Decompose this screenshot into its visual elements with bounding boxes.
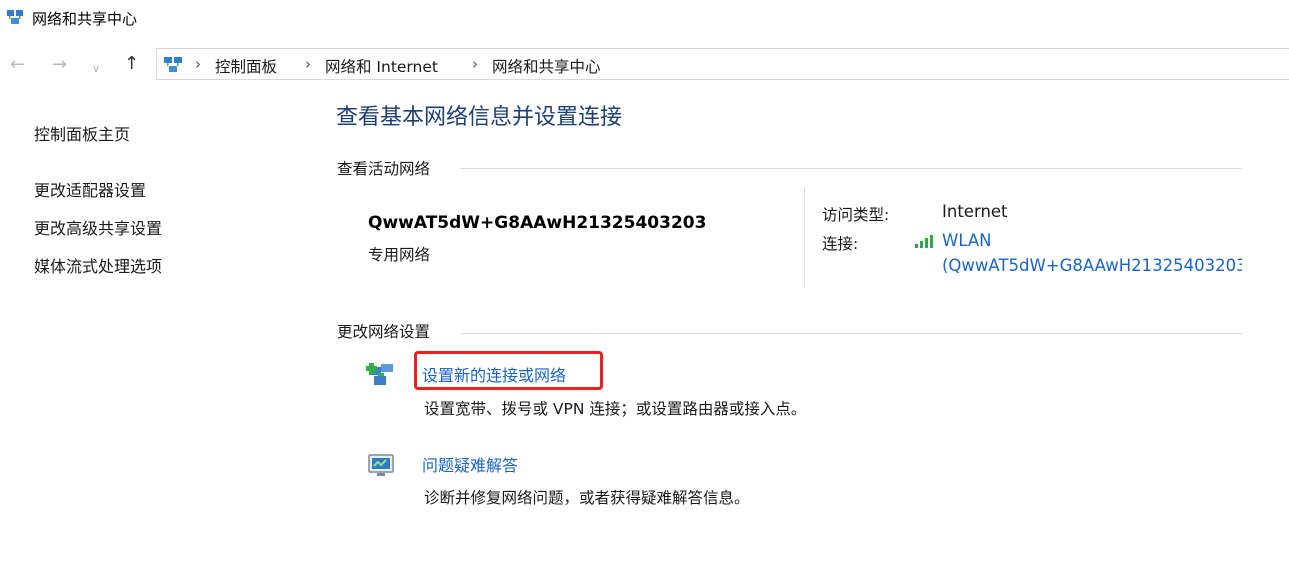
back-button[interactable]: ← <box>10 54 25 76</box>
troubleshoot-link[interactable]: 问题疑难解答 <box>422 452 518 476</box>
breadcrumb-separator: › <box>472 55 478 73</box>
sidebar-item-media-streaming[interactable]: 媒体流式处理选项 <box>34 253 162 277</box>
breadcrumb-separator: › <box>305 55 311 73</box>
page-title: 查看基本网络信息并设置连接 <box>336 105 623 130</box>
breadcrumb-network-sharing-center[interactable]: 网络和共享中心 <box>492 55 601 77</box>
access-type-label: 访问类型: <box>822 206 890 224</box>
control-panel-icon <box>164 57 182 72</box>
troubleshoot-description: 诊断并修复网络问题，或者获得疑难解答信息。 <box>424 489 750 507</box>
vertical-divider <box>804 188 805 288</box>
network-name: QwwAT5dW+G8AAwH21325403203 <box>368 213 707 233</box>
breadcrumb-network-internet[interactable]: 网络和 Internet <box>325 55 438 77</box>
connections-label: 连接: <box>822 235 859 253</box>
breadcrumb-control-panel[interactable]: 控制面板 <box>215 55 277 77</box>
sidebar-item-control-panel-home[interactable]: 控制面板主页 <box>34 121 130 145</box>
setup-new-connection-description: 设置宽带、拨号或 VPN 连接；或设置路由器或接入点。 <box>424 400 807 418</box>
network-category: 专用网络 <box>368 246 431 264</box>
network-center-icon <box>7 10 23 24</box>
sidebar-item-advanced-sharing[interactable]: 更改高级共享设置 <box>34 215 162 239</box>
active-networks-heading: 查看活动网络 <box>337 160 431 178</box>
troubleshoot-icon <box>368 454 394 476</box>
forward-button[interactable]: → <box>52 54 67 76</box>
section-divider <box>460 168 1242 169</box>
sidebar-item-change-adapter-settings[interactable]: 更改适配器设置 <box>34 177 146 201</box>
access-type-value: Internet <box>942 202 1008 221</box>
title-bar <box>0 0 1289 36</box>
change-settings-heading: 更改网络设置 <box>337 323 431 341</box>
breadcrumb-separator: › <box>195 55 201 73</box>
section-divider <box>461 333 1242 334</box>
wlan-connection-link[interactable]: WLAN <box>942 231 992 250</box>
new-connection-icon <box>366 363 393 385</box>
wifi-signal-icon <box>915 235 933 248</box>
up-button[interactable]: ↑ <box>124 53 139 75</box>
highlight-box <box>414 351 603 390</box>
wlan-connection-link-ssid[interactable]: (QwwAT5dW+G8AAwH21325403203) <box>942 256 1242 275</box>
window-title: 网络和共享中心 <box>32 10 138 28</box>
recent-locations-button[interactable]: ∨ <box>92 58 100 80</box>
